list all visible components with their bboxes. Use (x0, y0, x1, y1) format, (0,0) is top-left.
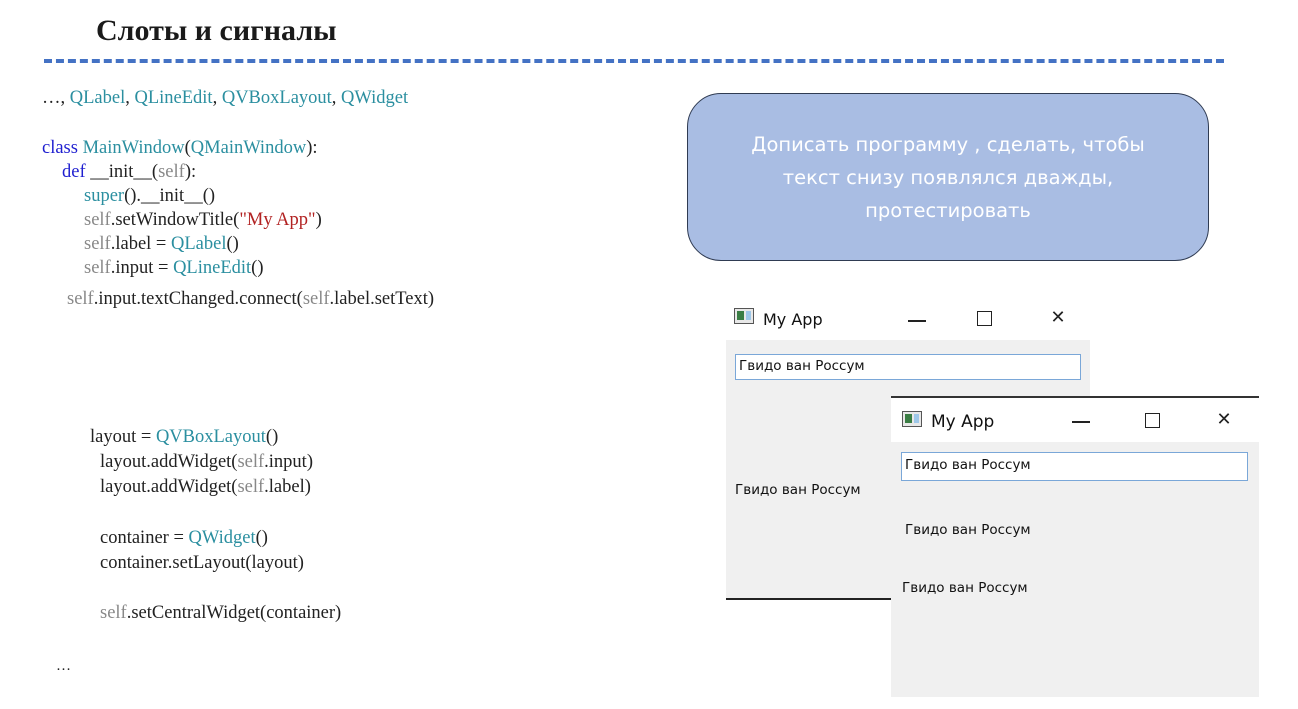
import-qlabel: QLabel (69, 88, 126, 108)
code-line-label: self.label = QLabel() (84, 234, 239, 254)
code-line-settitle: self.setWindowTitle("My App") (84, 210, 322, 230)
minimize-icon[interactable] (1072, 421, 1090, 423)
maximize-icon[interactable] (1145, 413, 1160, 428)
import-prefix: …, (42, 88, 70, 108)
window1-line-edit[interactable]: Гвидо ван Россум (735, 354, 1081, 380)
code-line-super: super().__init__() (84, 186, 216, 206)
class-keyword: class (42, 138, 78, 158)
window2-titlebar[interactable]: My App ✕ (891, 398, 1259, 442)
def-keyword: def (62, 162, 86, 182)
code-line-connect: self.input.textChanged.connect(self.labe… (67, 289, 435, 309)
close-icon[interactable]: ✕ (1044, 308, 1072, 328)
app-icon (734, 308, 754, 324)
window2-label-2: Гвидо ван Россум (902, 580, 1028, 596)
app-icon (902, 411, 922, 427)
window2-line-edit[interactable]: Гвидо ван Россум (901, 452, 1248, 481)
slide-title: Слоты и сигналы (96, 14, 337, 47)
code-line-ellipsis: … (56, 658, 71, 674)
title-divider (44, 59, 1224, 63)
callout-line-1: Дописать программу , сделать, чтобы (751, 132, 1145, 156)
import-qlineedit: QLineEdit (134, 88, 213, 108)
close-icon[interactable]: ✕ (1210, 410, 1238, 430)
import-qwidget: QWidget (341, 88, 409, 108)
code-line-input: self.input = QLineEdit() (84, 258, 264, 278)
code-line-layout: layout = QVBoxLayout() (90, 427, 279, 447)
window2-label-1: Гвидо ван Россум (905, 522, 1031, 538)
callout-line-3: протестировать (865, 198, 1031, 222)
code-line-import: …, QLabel, QLineEdit, QVBoxLayout, QWidg… (42, 88, 409, 108)
maximize-icon[interactable] (977, 311, 992, 326)
window2-body: Гвидо ван Россум Гвидо ван Россум Гвидо … (891, 442, 1259, 697)
class-base: QMainWindow (190, 138, 307, 158)
code-line-class: class MainWindow(QMainWindow): (42, 138, 318, 158)
window1-titlebar[interactable]: My App ✕ (726, 296, 1090, 340)
class-name: MainWindow (82, 138, 185, 158)
code-line-addinput: layout.addWidget(self.input) (100, 452, 313, 472)
callout-line-2: текст снизу появлялся дважды, (782, 165, 1114, 189)
window1-title: My App (763, 310, 823, 329)
code-line-addlabel: layout.addWidget(self.label) (100, 477, 311, 497)
code-line-setcentral: self.setCentralWidget(container) (100, 603, 342, 623)
init-name: __init__( (85, 162, 159, 182)
window1-label: Гвидо ван Россум (735, 482, 861, 498)
import-qvboxlayout: QVBoxLayout (221, 88, 332, 108)
minimize-icon[interactable] (908, 320, 926, 322)
window1-bottom-edge (726, 598, 896, 600)
task-callout: Дописать программу , сделать, чтобы текс… (687, 93, 1209, 261)
code-line-setlayout: container.setLayout(layout) (100, 553, 304, 573)
window2-title: My App (931, 412, 995, 432)
code-line-container: container = QWidget() (100, 528, 268, 548)
code-line-def: def __init__(self): (62, 162, 197, 182)
app-window-2: My App ✕ Гвидо ван Россум Гвидо ван Росс… (891, 396, 1259, 697)
